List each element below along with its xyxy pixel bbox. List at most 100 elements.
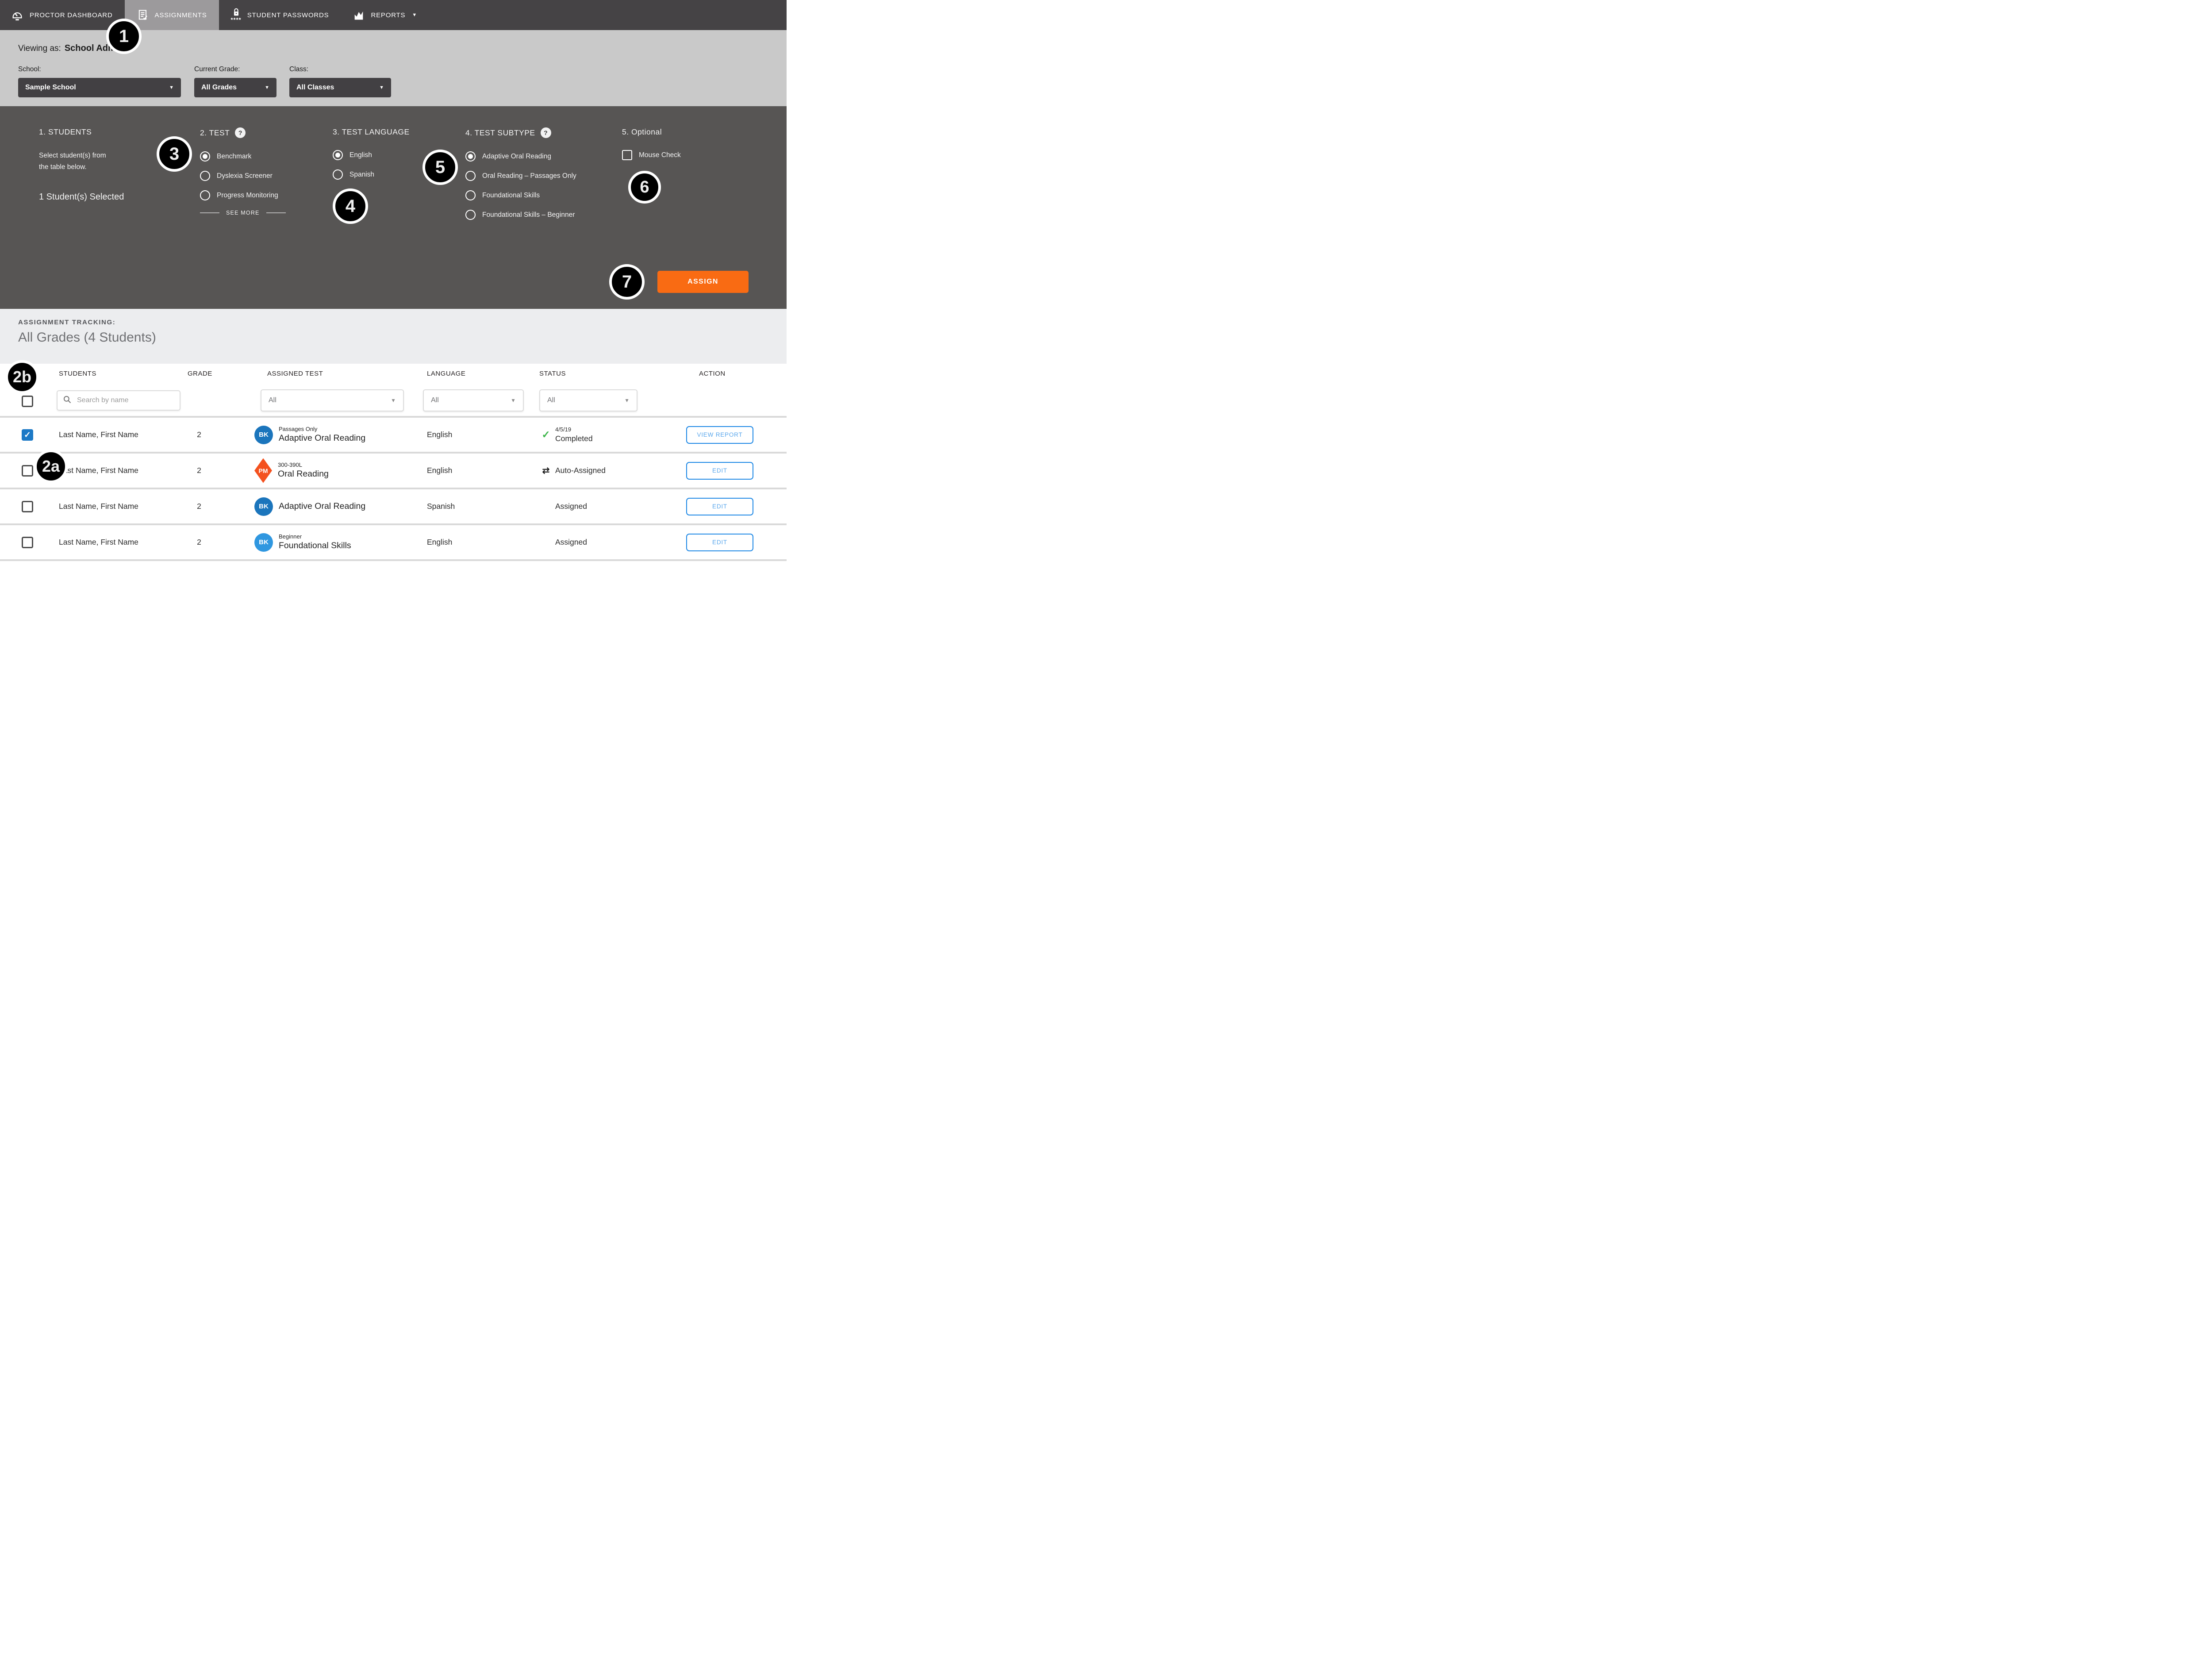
radio-icon[interactable] xyxy=(465,151,476,162)
radio-progress-monitoring[interactable]: Progress Monitoring xyxy=(200,190,286,200)
test-type-badge: BK xyxy=(254,533,273,552)
language-value: English xyxy=(427,525,452,559)
test-type-badge: BK xyxy=(254,497,273,516)
test-subtitle: Passages Only xyxy=(279,426,365,433)
chevron-down-icon: ▼ xyxy=(391,397,396,404)
chevron-down-icon: ▼ xyxy=(169,85,174,90)
search-icon xyxy=(63,395,72,406)
step-optional-title: 5. Optional xyxy=(622,127,681,137)
assigned-test-filter[interactable]: All ▼ xyxy=(261,389,404,411)
radio-icon[interactable] xyxy=(465,171,476,181)
chevron-down-icon: ▼ xyxy=(265,85,269,90)
language-filter[interactable]: All ▼ xyxy=(423,389,524,411)
edit-button[interactable]: EDIT xyxy=(686,534,753,551)
test-type-badge: PM xyxy=(254,458,272,483)
status-label: Auto-Assigned xyxy=(555,465,606,476)
test-type-badge: BK xyxy=(254,426,273,444)
chart-icon xyxy=(353,9,365,21)
test-title: Adaptive Oral Reading xyxy=(279,433,365,443)
callout-badge-2b: 2b xyxy=(5,360,39,394)
row-checkbox[interactable] xyxy=(22,537,33,548)
table-row: Last Name, First Name 2 BK Beginner Foun… xyxy=(0,525,787,561)
student-name: Last Name, First Name xyxy=(59,454,138,488)
radio-benchmark[interactable]: Benchmark xyxy=(200,151,286,162)
checkbox-icon[interactable] xyxy=(622,150,632,160)
radio-oral-reading-passages-only[interactable]: Oral Reading – Passages Only xyxy=(465,171,576,181)
test-subtitle: 300-390L xyxy=(278,461,329,469)
nav-label: ASSIGNMENTS xyxy=(155,12,207,19)
test-title: Oral Reading xyxy=(278,469,329,479)
radio-icon[interactable] xyxy=(465,190,476,200)
radio-icon[interactable] xyxy=(200,171,210,181)
chevron-down-icon: ▼ xyxy=(379,85,384,90)
table-row: Last Name, First Name 2 BK Adaptive Oral… xyxy=(0,489,787,525)
nav-student-passwords[interactable]: **** STUDENT PASSWORDS xyxy=(219,0,341,30)
col-header-grade: GRADE xyxy=(188,370,212,377)
radio-icon[interactable] xyxy=(465,210,476,220)
assign-button[interactable]: ASSIGN xyxy=(657,271,749,293)
step-students-title: 1. STUDENTS xyxy=(39,127,124,137)
row-checkbox[interactable] xyxy=(22,465,33,477)
radio-adaptive-oral-reading[interactable]: Adaptive Oral Reading xyxy=(465,151,576,162)
search-input[interactable] xyxy=(76,396,174,405)
edit-button[interactable]: EDIT xyxy=(686,498,753,515)
student-name: Last Name, First Name xyxy=(59,525,138,559)
radio-foundational-skills[interactable]: Foundational Skills xyxy=(465,190,576,200)
current-grade-select[interactable]: All Grades ▼ xyxy=(194,78,276,97)
class-label: Class: xyxy=(289,65,308,73)
repeat-icon: ⇄ xyxy=(541,466,551,475)
help-icon[interactable]: ? xyxy=(541,127,551,138)
assignment-check-icon xyxy=(137,9,149,21)
radio-foundational-skills-beginner[interactable]: Foundational Skills – Beginner xyxy=(465,210,576,220)
callout-badge-7: 7 xyxy=(609,264,645,300)
step-test-language: 3. TEST LANGUAGE English Spanish xyxy=(333,127,410,189)
radio-icon[interactable] xyxy=(200,190,210,200)
radio-icon[interactable] xyxy=(333,150,343,160)
mouse-check-option[interactable]: Mouse Check xyxy=(622,150,681,160)
students-selected-count: 1 Student(s) Selected xyxy=(39,192,124,202)
test-title: Adaptive Oral Reading xyxy=(279,501,365,511)
language-value: English xyxy=(427,454,452,488)
step-test-title: 2. TEST xyxy=(200,128,230,138)
radio-icon[interactable] xyxy=(200,151,210,162)
language-value: English xyxy=(427,418,452,452)
grade-value: 2 xyxy=(186,454,212,488)
check-icon: ✓ xyxy=(541,430,551,440)
callout-badge-1: 1 xyxy=(106,19,142,54)
help-icon[interactable]: ? xyxy=(235,127,246,138)
status-label: Assigned xyxy=(555,501,587,511)
school-label: School: xyxy=(18,65,41,73)
status-filter[interactable]: All ▼ xyxy=(539,389,637,411)
step-test: 2. TEST ? Benchmark Dyslexia Screener Pr… xyxy=(200,127,286,216)
select-all-checkbox[interactable] xyxy=(22,396,33,407)
nav-proctor-dashboard[interactable]: PROCTOR DASHBOARD xyxy=(0,0,125,30)
callout-badge-4: 4 xyxy=(333,188,368,224)
grade-value: 2 xyxy=(186,525,212,559)
viewing-as-prefix: Viewing as: xyxy=(18,44,61,54)
radio-icon[interactable] xyxy=(333,169,343,180)
step-students: 1. STUDENTS Select student(s) from the t… xyxy=(39,127,124,202)
nav-reports[interactable]: REPORTS ▼ xyxy=(341,0,429,30)
see-more-link[interactable]: SEE MORE xyxy=(200,210,286,216)
table-row: Last Name, First Name 2 PM 300-390L Oral… xyxy=(0,454,787,489)
nav-label: PROCTOR DASHBOARD xyxy=(30,12,113,19)
grade-value: 2 xyxy=(186,418,212,452)
radio-dyslexia-screener[interactable]: Dyslexia Screener xyxy=(200,171,286,181)
grade-value: 2 xyxy=(186,489,212,523)
callout-badge-5: 5 xyxy=(422,150,458,185)
col-header-students: STUDENTS xyxy=(59,370,96,377)
tracking-heading: ASSIGNMENT TRACKING: xyxy=(18,319,115,326)
col-header-assigned-test: ASSIGNED TEST xyxy=(267,370,323,377)
school-select[interactable]: Sample School ▼ xyxy=(18,78,181,97)
step-optional: 5. Optional Mouse Check xyxy=(622,127,681,169)
radio-english[interactable]: English xyxy=(333,150,410,160)
row-checkbox[interactable]: ✓ xyxy=(22,429,33,441)
row-checkbox[interactable] xyxy=(22,501,33,512)
step-subtype-title: 4. TEST SUBTYPE xyxy=(465,128,535,138)
nav-assignments[interactable]: ASSIGNMENTS xyxy=(125,0,219,30)
view-report-button[interactable]: VIEW REPORT xyxy=(686,426,753,444)
radio-spanish[interactable]: Spanish xyxy=(333,169,410,180)
class-select[interactable]: All Classes ▼ xyxy=(289,78,391,97)
students-instruction-line2: the table below. xyxy=(39,163,87,171)
edit-button[interactable]: EDIT xyxy=(686,462,753,480)
